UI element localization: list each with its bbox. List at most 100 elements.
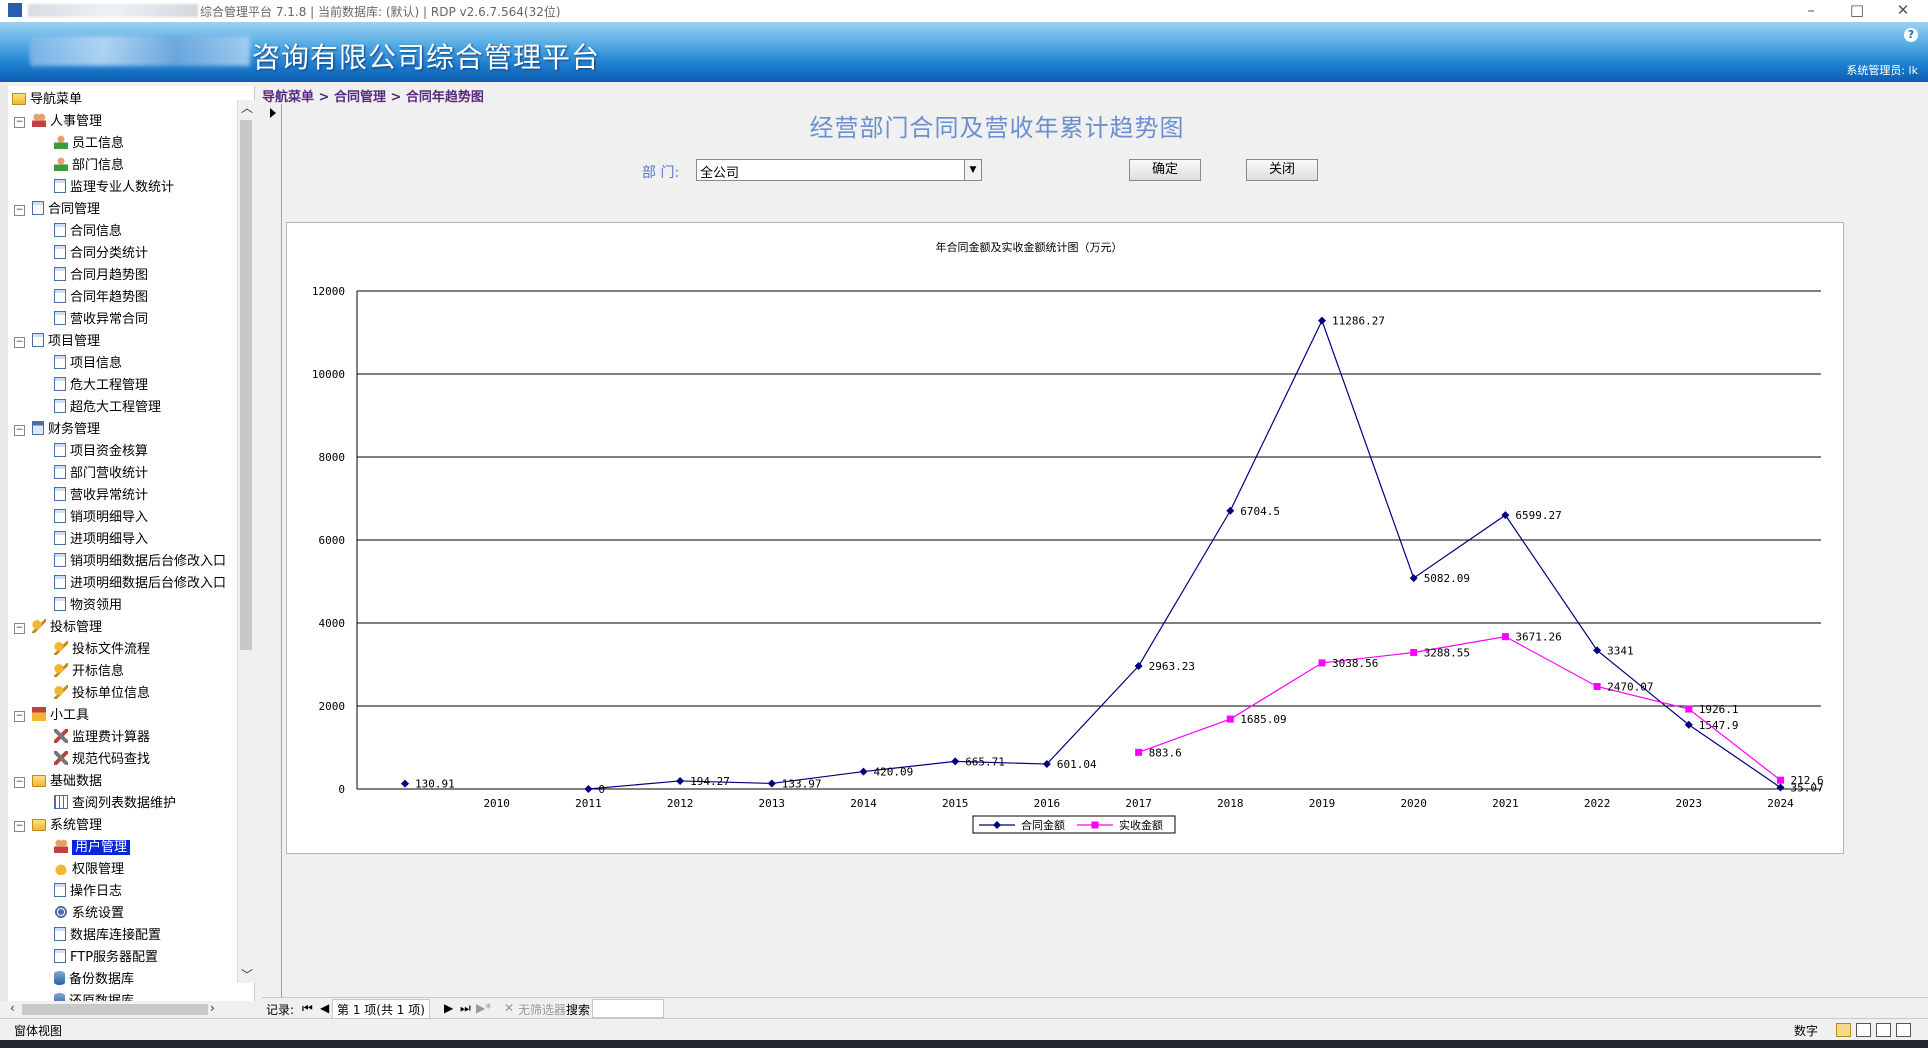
collapse-icon[interactable]: − [14,821,25,832]
nav-item[interactable]: 项目资金核算 [54,442,148,462]
nav-group-label: 投标管理 [50,620,103,635]
collapse-icon[interactable]: − [14,205,25,216]
datasheet-view-icon[interactable] [1856,1023,1871,1037]
app-banner: 咨询有限公司综合管理平台 ? 系统管理员: lk [0,22,1928,82]
nav-item[interactable]: 进项明细数据后台修改入口 [54,574,226,594]
nav-root[interactable]: 导航菜单 [12,90,82,110]
nav-group-label: 小工具 [50,708,90,723]
x-tick-label: 2014 [850,797,877,810]
x-tick-label: 2023 [1676,797,1703,810]
data-point [1501,511,1510,520]
nav-item[interactable]: 备份数据库 [54,970,134,990]
nav-item[interactable]: 投标单位信息 [54,684,150,704]
nav-item[interactable]: 监理专业人数统计 [54,178,174,198]
filter-status[interactable]: 无筛选器 [518,1001,566,1018]
doc-icon [54,883,66,897]
data-label: 11286.27 [1332,315,1385,328]
record-selector[interactable] [265,104,282,997]
nav-scroll-thumb[interactable] [240,120,252,650]
first-record-button[interactable]: ⏮ [302,1001,313,1016]
nav-group[interactable]: 系统管理 [32,816,102,836]
person-icon [54,135,68,149]
close-button[interactable]: ✕ [1880,0,1926,22]
collapse-icon[interactable]: − [14,623,25,634]
nav-group[interactable]: 财务管理 [32,420,100,440]
nav-item[interactable]: 还原数据库 [54,992,134,1001]
new-record-button[interactable]: ▶* [476,1001,491,1015]
nav-item[interactable]: 操作日志 [54,882,122,902]
nav-item[interactable]: 数据库连接配置 [54,926,161,946]
nav-item[interactable]: 监理费计算器 [54,728,150,748]
nav-item[interactable]: 合同分类统计 [54,244,148,264]
nav-item[interactable]: 开标信息 [54,662,124,682]
nav-item[interactable]: 销项明细导入 [54,508,148,528]
data-point [1410,649,1418,657]
nav-group[interactable]: 小工具 [32,706,89,726]
scroll-up-icon[interactable]: ︿ [241,99,253,116]
os-taskbar [0,1040,1928,1048]
nav-item[interactable]: 用户管理 [54,838,131,858]
scroll-left-icon[interactable]: ‹ [10,1001,15,1015]
nav-item[interactable]: 销项明细数据后台修改入口 [54,552,226,572]
nav-item[interactable]: 营收异常统计 [54,486,148,506]
data-point [1777,776,1784,784]
nav-item[interactable]: 超危大工程管理 [54,398,161,418]
collapse-icon[interactable]: − [14,425,25,436]
record-position[interactable]: 第 1 项(共 1 项) [332,999,430,1020]
nav-group[interactable]: 项目管理 [32,332,100,352]
collapse-icon[interactable]: − [14,117,25,128]
chevron-down-icon[interactable]: ▼ [964,160,981,180]
nav-item[interactable]: 合同年趋势图 [54,288,148,308]
scroll-right-icon[interactable]: › [210,1001,215,1015]
nav-item[interactable]: 权限管理 [54,860,124,880]
nav-item[interactable]: FTP服务器配置 [54,948,158,968]
legend-label: 合同金额 [1021,818,1065,832]
nav-vertical-scrollbar[interactable]: ︿ ﹀ [237,100,255,983]
department-select[interactable]: 全公司 ▼ [696,159,982,181]
collapse-icon[interactable]: − [14,777,25,788]
nav-item[interactable]: 合同信息 [54,222,122,242]
minimize-button[interactable]: – [1788,0,1834,22]
nav-group[interactable]: 合同管理 [32,200,100,220]
nav-group[interactable]: 基础数据 [32,772,102,792]
nav-item[interactable]: 投标文件流程 [54,640,150,660]
blurred-company-name [30,36,250,66]
doc-icon [54,531,66,545]
nav-item[interactable]: 项目信息 [54,354,122,374]
prev-record-button[interactable]: ◀ [320,1001,329,1015]
data-point [951,757,960,766]
nav-item[interactable]: 营收异常合同 [54,310,148,330]
tool-icon [54,751,68,765]
nav-item[interactable]: 物资领用 [54,596,122,616]
collapse-icon[interactable]: − [14,711,25,722]
help-icon[interactable]: ? [1904,28,1918,42]
nav-item[interactable]: 部门营收统计 [54,464,148,484]
form-view-icon[interactable] [1836,1023,1851,1037]
search-input[interactable] [592,999,664,1018]
nav-item-label: 还原数据库 [69,994,134,1001]
next-record-button[interactable]: ▶ [444,1001,453,1015]
nav-hscroll-thumb[interactable] [22,1004,208,1015]
design-view-icon[interactable] [1896,1023,1911,1037]
nav-item[interactable]: 规范代码查找 [54,750,150,770]
ok-button[interactable]: 确定 [1129,159,1201,181]
nav-item[interactable]: 合同月趋势图 [54,266,148,286]
filter-icon[interactable]: ✕ [504,1001,514,1015]
nav-item-label: 员工信息 [72,136,125,151]
maximize-button[interactable]: □ [1834,0,1880,22]
nav-horizontal-scrollbar[interactable]: ‹ › [8,1001,254,1018]
nav-item[interactable]: 部门信息 [54,156,124,176]
nav-item[interactable]: 危大工程管理 [54,376,148,396]
layout-view-icon[interactable] [1876,1023,1891,1037]
nav-item[interactable]: 系统设置 [54,904,124,924]
x-tick-label: 2015 [942,797,969,810]
nav-item[interactable]: 员工信息 [54,134,124,154]
last-record-button[interactable]: ⏭ [460,1001,471,1016]
scroll-down-icon[interactable]: ﹀ [241,966,253,983]
nav-item[interactable]: 查阅列表数据维护 [54,794,176,814]
nav-item[interactable]: 进项明细导入 [54,530,148,550]
nav-group[interactable]: 人事管理 [32,112,102,132]
collapse-icon[interactable]: − [14,337,25,348]
close-form-button[interactable]: 关闭 [1246,159,1318,181]
nav-group[interactable]: 投标管理 [32,618,102,638]
